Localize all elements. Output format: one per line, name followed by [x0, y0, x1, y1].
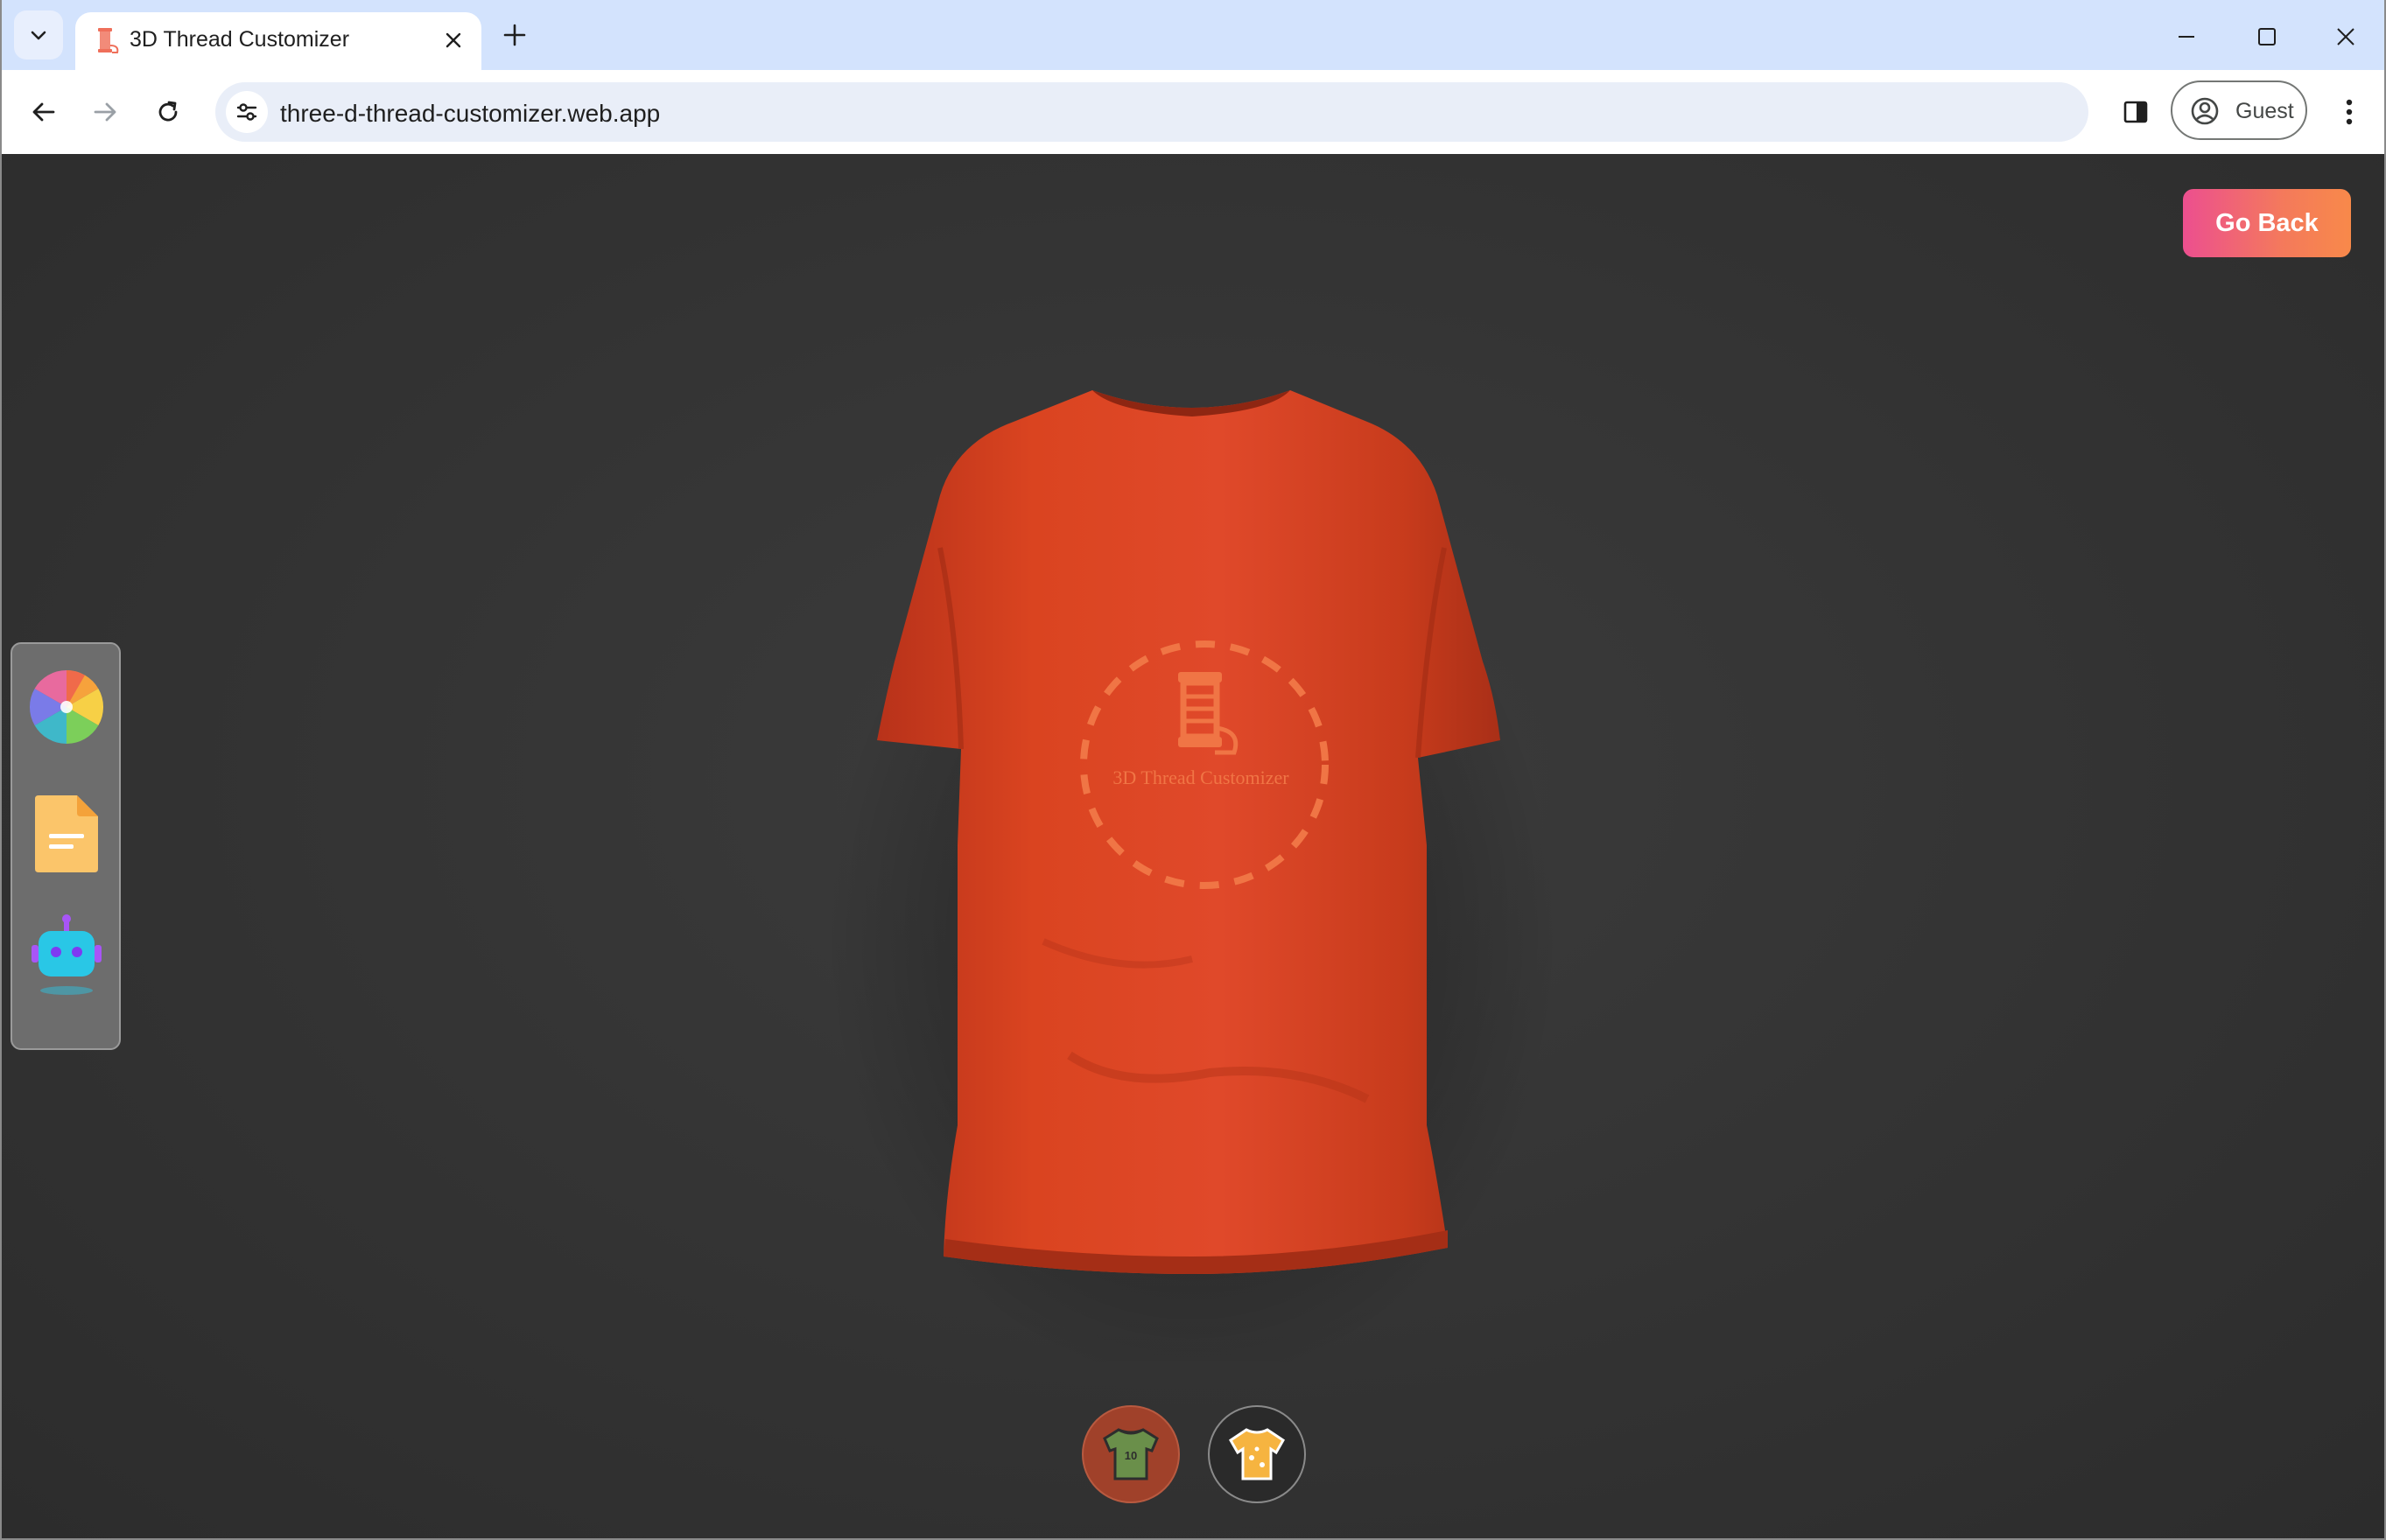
close-icon: [446, 32, 461, 48]
window-close-button[interactable]: [2326, 18, 2365, 56]
url-text: three-d-thread-customizer.web.app: [280, 100, 661, 127]
account-circle-icon: [2191, 97, 2219, 125]
go-back-button[interactable]: Go Back: [2183, 189, 2351, 257]
minimize-button[interactable]: [2167, 18, 2206, 56]
logo-shirt-icon: 10: [1103, 1428, 1159, 1480]
tab-close-button[interactable]: [438, 24, 469, 56]
stylish-shirt-filter-tab[interactable]: [1208, 1405, 1306, 1503]
active-tab[interactable]: 3D Thread Customizer: [75, 12, 481, 70]
arrow-right-icon: [94, 102, 116, 122]
minimize-icon: [2179, 36, 2194, 38]
file-icon: [35, 795, 98, 872]
browser-menu-button[interactable]: [2328, 91, 2370, 133]
close-icon: [2337, 28, 2354, 46]
side-panel-icon: [2123, 101, 2148, 123]
site-info-button[interactable]: [226, 91, 268, 133]
chevron-down-icon: [31, 31, 46, 40]
color-picker-tab[interactable]: [25, 665, 109, 749]
browser-window: 3D Thread Customizer three-d-thread-cust…: [0, 0, 2386, 1540]
ai-picker-tab[interactable]: [25, 914, 109, 998]
logo-shirt-filter-tab[interactable]: 10: [1082, 1405, 1180, 1503]
new-tab-button[interactable]: [497, 18, 532, 52]
maximize-button[interactable]: [2248, 18, 2286, 56]
address-bar[interactable]: three-d-thread-customizer.web.app: [215, 82, 2088, 142]
forward-button[interactable]: [84, 91, 126, 133]
tune-icon: [236, 103, 257, 121]
arrow-left-icon: [32, 102, 55, 122]
customizer-canvas[interactable]: Go Back 3D Thread Customizer 10: [2, 154, 2384, 1538]
reload-icon: [158, 101, 178, 122]
browser-toolbar: three-d-thread-customizer.web.app Guest: [2, 70, 2384, 155]
tshirt-model[interactable]: 3D Thread Customizer: [754, 373, 1630, 1362]
file-picker-tab[interactable]: [25, 791, 109, 875]
thread-spool-favicon-icon: [98, 28, 119, 53]
plus-icon: [503, 24, 526, 46]
tab-strip: 3D Thread Customizer: [2, 0, 2384, 70]
maximize-icon: [2258, 28, 2276, 46]
reload-button[interactable]: [147, 91, 189, 133]
stylish-shirt-icon: [1229, 1428, 1285, 1480]
more-vert-icon: [2346, 99, 2353, 125]
tab-search-button[interactable]: [14, 10, 63, 60]
back-button[interactable]: [23, 91, 65, 133]
editor-tabs-panel: [11, 642, 121, 1050]
profile-button[interactable]: Guest: [2171, 80, 2307, 140]
robot-icon: [32, 914, 102, 995]
color-wheel-icon: [29, 670, 104, 744]
logo-caption: 3D Thread Customizer: [1112, 766, 1289, 788]
logo-shirt-number: 10: [1125, 1449, 1137, 1462]
side-panel-button[interactable]: [2113, 89, 2158, 135]
tab-title: 3D Thread Customizer: [130, 27, 350, 52]
profile-label: Guest: [2235, 99, 2294, 123]
